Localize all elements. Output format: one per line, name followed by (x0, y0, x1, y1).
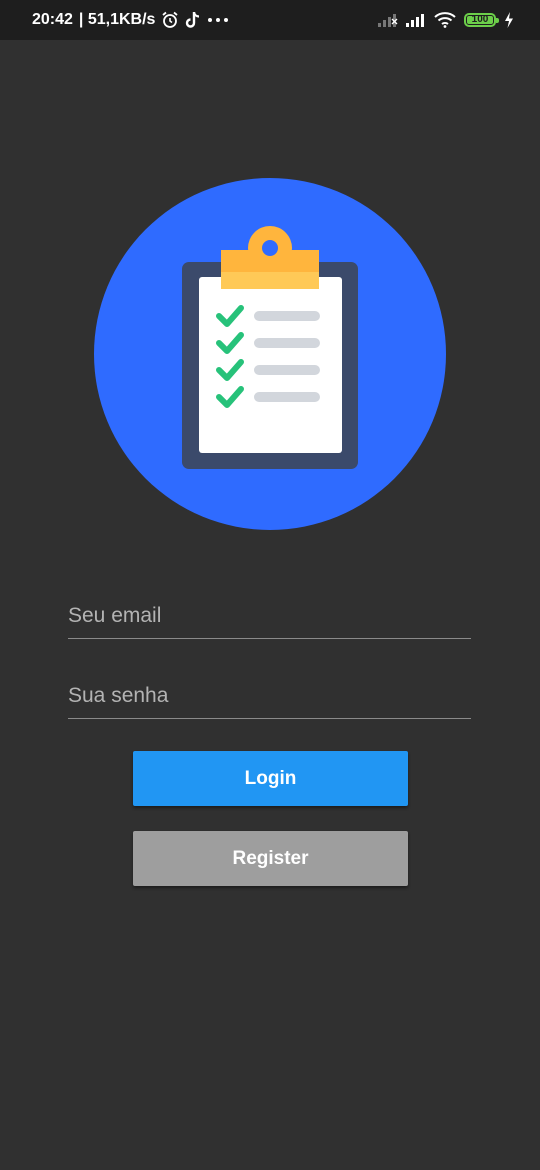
clipboard-checklist-icon (94, 178, 446, 530)
signal-icon (406, 14, 424, 27)
status-left: 20:42 | 51,1KB/s (32, 0, 229, 40)
battery-level: 100 (471, 14, 489, 25)
status-right: 100 (378, 0, 514, 40)
battery-icon: 100 (464, 13, 499, 27)
register-button[interactable]: Register (133, 831, 408, 886)
signal-empty-icon (378, 14, 398, 27)
login-button[interactable]: Login (133, 751, 408, 806)
more-dots-icon (208, 18, 229, 22)
password-input[interactable] (68, 684, 471, 708)
wifi-icon (434, 12, 456, 28)
tiktok-icon (186, 12, 200, 28)
status-bar: 20:42 | 51,1KB/s 100 (0, 0, 540, 40)
alarm-icon (162, 11, 179, 28)
email-input[interactable] (68, 604, 471, 628)
charging-icon (505, 12, 513, 28)
status-time: 20:42 (32, 11, 73, 28)
status-network-speed: | 51,1KB/s (78, 11, 156, 28)
password-field[interactable] (68, 670, 471, 719)
email-field[interactable] (68, 590, 471, 639)
